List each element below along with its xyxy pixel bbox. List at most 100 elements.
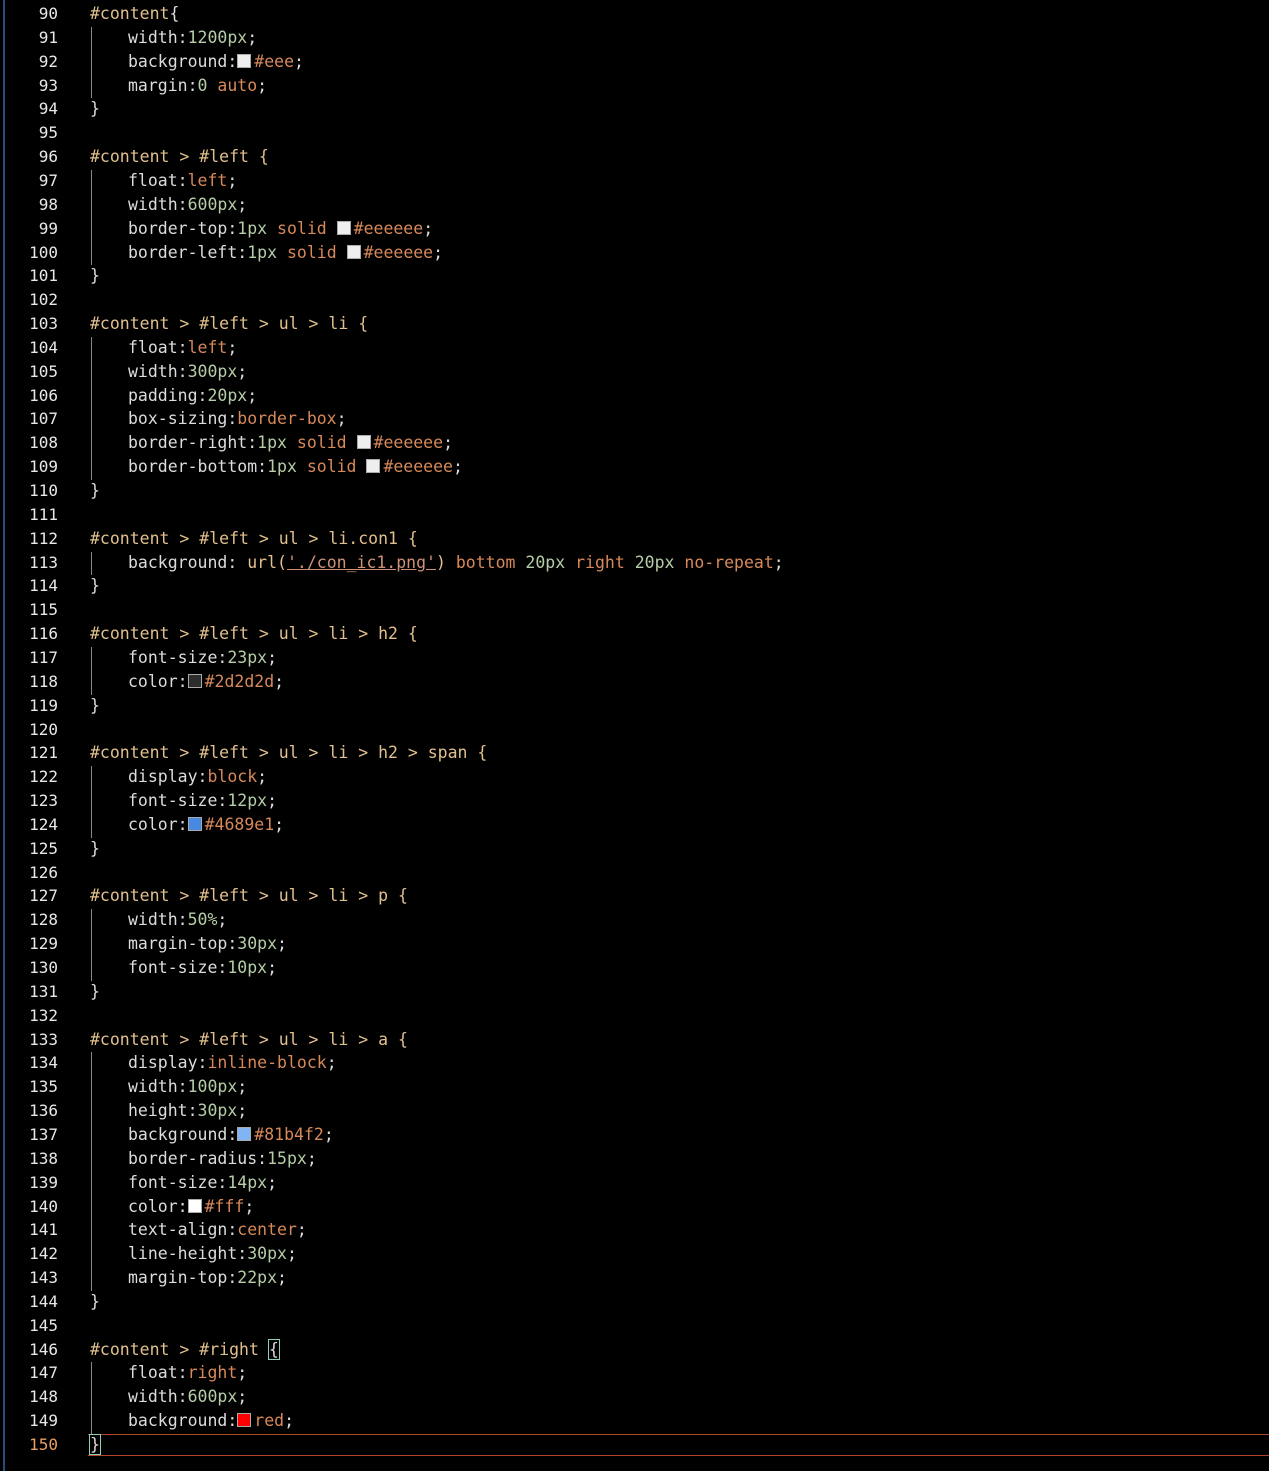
- code-line[interactable]: border-right:1px solid #eeeeee;: [90, 432, 453, 454]
- code-line[interactable]: border-radius:15px;: [90, 1148, 317, 1170]
- code-line[interactable]: font-size:10px;: [90, 957, 277, 979]
- code-line[interactable]: font-size:12px;: [90, 790, 277, 812]
- code-token: :: [197, 1053, 208, 1073]
- indent-guide: [91, 1362, 92, 1434]
- color-swatch[interactable]: [237, 53, 252, 68]
- code-line[interactable]: }: [90, 265, 100, 287]
- line-number: 114: [29, 576, 58, 596]
- code-line[interactable]: line-height:30px;: [90, 1243, 297, 1265]
- code-line[interactable]: }: [90, 695, 100, 717]
- line-number: 116: [29, 624, 58, 644]
- line-number-gutter[interactable]: 90 91 92 93 94 95 96 97 98 99 100 101 102 103 104 105 10…: [0, 0, 72, 1471]
- indent-guide: [91, 169, 92, 266]
- code-token: ;: [227, 170, 238, 190]
- code-token: 30px: [237, 934, 278, 954]
- line-number: 97: [38, 170, 58, 190]
- code-token: solid: [267, 218, 337, 238]
- code-token: './con_ic1.png': [286, 552, 436, 572]
- code-token: url(: [247, 552, 287, 572]
- code-token: }: [90, 576, 100, 596]
- color-swatch[interactable]: [237, 1126, 252, 1141]
- code-text-area[interactable]: #content{width:1200px; background: #eee; ma…: [89, 0, 1269, 1471]
- code-line[interactable]: margin-top:22px;: [90, 1267, 287, 1289]
- code-line[interactable]: }: [90, 575, 100, 597]
- code-line[interactable]: margin-top:30px;: [90, 933, 287, 955]
- color-swatch[interactable]: [336, 220, 351, 235]
- code-line[interactable]: }: [90, 838, 100, 860]
- code-token: ;: [323, 1124, 334, 1144]
- code-line[interactable]: color: #4689e1;: [90, 814, 284, 836]
- code-line[interactable]: color: #2d2d2d;: [90, 671, 284, 693]
- code-editor[interactable]: 90 91 92 93 94 95 96 97 98 99 100 101 102 103 104 105 10…: [0, 0, 1269, 1471]
- code-line[interactable]: color: #fff;: [90, 1196, 254, 1218]
- code-line[interactable]: text-align:center;: [90, 1219, 307, 1241]
- code-line[interactable]: display:block;: [90, 766, 267, 788]
- color-swatch[interactable]: [366, 459, 381, 474]
- code-line[interactable]: width:600px;: [90, 1386, 247, 1408]
- code-line[interactable]: width:600px;: [90, 194, 247, 216]
- code-line[interactable]: background: #eee;: [90, 51, 304, 73]
- code-line[interactable]: }: [89, 1434, 101, 1456]
- color-swatch[interactable]: [187, 673, 202, 688]
- code-token: :: [177, 814, 188, 834]
- color-swatch[interactable]: [346, 244, 361, 259]
- line-number: 136: [29, 1101, 58, 1121]
- code-line[interactable]: font-size:14px;: [90, 1172, 277, 1194]
- code-line[interactable]: #content > #left > ul > li {: [90, 313, 368, 335]
- code-line[interactable]: float:left;: [90, 170, 237, 192]
- code-token: :: [227, 51, 238, 71]
- code-line[interactable]: }: [90, 98, 100, 120]
- code-line[interactable]: #content > #left > ul > li > h2 > span {: [90, 742, 487, 764]
- code-line[interactable]: width:100px;: [90, 1076, 247, 1098]
- code-token: {: [267, 1338, 280, 1360]
- code-token: color: [128, 814, 178, 834]
- code-line[interactable]: background: red;: [90, 1410, 294, 1432]
- code-token: bottom: [445, 552, 526, 572]
- color-swatch[interactable]: [356, 435, 371, 450]
- code-token: 14px: [227, 1172, 268, 1192]
- code-token: #eee: [254, 51, 295, 71]
- line-number: 149: [29, 1411, 58, 1431]
- code-token: center: [237, 1220, 297, 1240]
- color-swatch[interactable]: [187, 1198, 202, 1213]
- code-token: margin-top: [128, 1268, 228, 1288]
- color-swatch[interactable]: [187, 816, 202, 831]
- code-token: border-right: [128, 433, 248, 453]
- line-number: 102: [29, 290, 58, 310]
- code-line[interactable]: float:left;: [90, 337, 237, 359]
- code-line[interactable]: box-sizing:border-box;: [90, 408, 347, 430]
- code-line[interactable]: font-size:23px;: [90, 647, 277, 669]
- code-line[interactable]: border-bottom:1px solid #eeeeee;: [90, 456, 463, 478]
- code-line[interactable]: #content > #left > ul > li.con1 {: [90, 528, 418, 550]
- code-line[interactable]: width:300px;: [90, 361, 247, 383]
- code-line[interactable]: #content > #right {: [90, 1338, 280, 1361]
- code-token: color: [128, 1196, 178, 1216]
- color-swatch[interactable]: [237, 1413, 252, 1428]
- code-line[interactable]: background: url('./con_ic1.png') bottom …: [90, 552, 784, 574]
- code-token: #fff: [204, 1196, 245, 1216]
- code-line[interactable]: width:50%;: [90, 909, 227, 931]
- code-line[interactable]: margin:0 auto;: [90, 75, 267, 97]
- code-line[interactable]: #content{: [90, 3, 179, 25]
- code-token: #2d2d2d: [204, 671, 275, 691]
- line-number: 122: [29, 767, 58, 787]
- code-line[interactable]: #content > #left {: [90, 146, 269, 168]
- code-line[interactable]: #content > #left > ul > li > h2 {: [90, 623, 418, 645]
- code-line[interactable]: border-top:1px solid #eeeeee;: [90, 218, 433, 240]
- line-number: 112: [29, 528, 58, 548]
- code-line[interactable]: width:1200px;: [90, 27, 257, 49]
- code-line[interactable]: float:right;: [90, 1362, 247, 1384]
- code-line[interactable]: display:inline-block;: [90, 1052, 337, 1074]
- code-line[interactable]: border-left:1px solid #eeeeee;: [90, 242, 443, 264]
- code-token: background: [128, 1411, 228, 1431]
- code-line[interactable]: }: [90, 981, 100, 1003]
- code-line[interactable]: height:30px;: [90, 1100, 247, 1122]
- code-line[interactable]: }: [90, 480, 100, 502]
- code-line[interactable]: #content > #left > ul > li > a {: [90, 1029, 408, 1051]
- code-line[interactable]: padding:20px;: [90, 385, 257, 407]
- code-line[interactable]: #content > #left > ul > li > p {: [90, 885, 408, 907]
- code-line[interactable]: }: [90, 1291, 100, 1313]
- code-line[interactable]: background: #81b4f2;: [90, 1124, 334, 1146]
- line-number: 142: [29, 1244, 58, 1264]
- line-number: 143: [29, 1268, 58, 1288]
